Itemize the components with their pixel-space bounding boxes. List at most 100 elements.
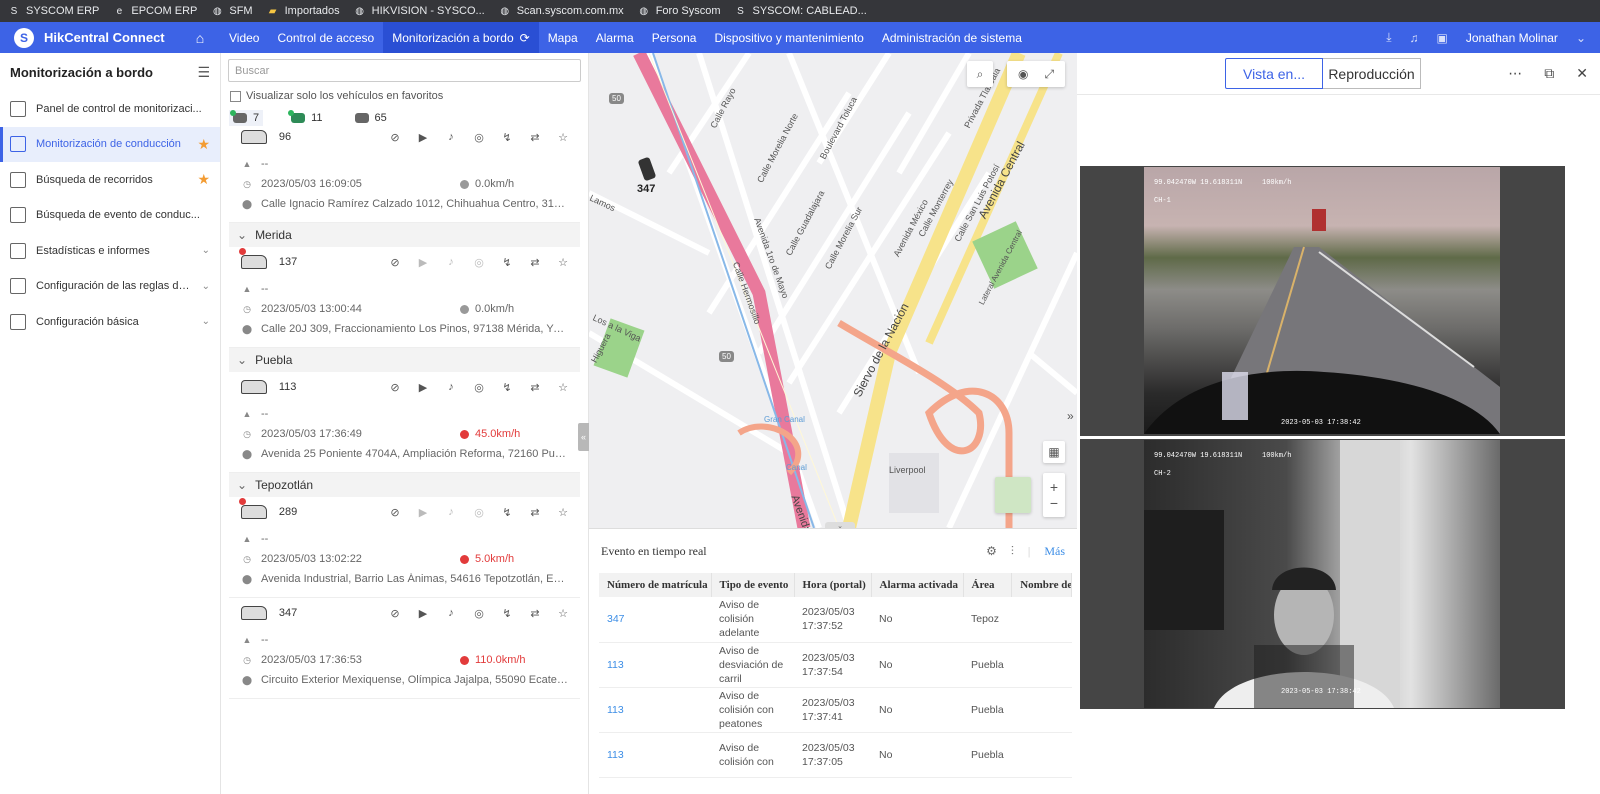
favorite-star-icon[interactable]: ☆: [556, 381, 570, 394]
vehicle-card[interactable]: 137 ⊘ ▶ ♪ ◎ ↯ ⇄ ☆ ▲ -- ◷ 2023/05/03 13:00:44 0.0km/h…: [229, 247, 580, 348]
microphone-icon[interactable]: ♪: [444, 607, 458, 620]
gps-off-icon[interactable]: ⊘: [388, 381, 402, 394]
task-icon[interactable]: ▣: [1437, 31, 1448, 45]
chevron-down-icon[interactable]: ⌄: [202, 245, 210, 256]
locate-icon[interactable]: ◎: [472, 506, 486, 519]
column-header[interactable]: Alarma activada: [871, 573, 964, 597]
bookmark-item[interactable]: S SYSCOM: CABLEAD...: [734, 5, 867, 17]
column-header[interactable]: Nombre del: [1011, 573, 1073, 597]
event-plate[interactable]: 113: [599, 732, 711, 778]
more-link[interactable]: Más: [1044, 544, 1065, 559]
microphone-icon[interactable]: ♪: [444, 131, 458, 144]
event-plate[interactable]: 113: [599, 687, 711, 733]
favorite-star-icon[interactable]: ★: [197, 171, 210, 188]
play-icon[interactable]: ▶: [416, 256, 430, 269]
favorites-filter[interactable]: Visualizar solo los vehículos en favorit…: [230, 90, 588, 102]
bookmark-item[interactable]: ◍ Foro Syscom: [638, 5, 720, 17]
nav-item[interactable]: Monitorización a bordo ⟳: [383, 22, 539, 53]
tab-playback[interactable]: Reproducción: [1323, 58, 1421, 89]
favorite-star-icon[interactable]: ☆: [556, 506, 570, 519]
play-icon[interactable]: ▶: [416, 607, 430, 620]
total-count-filter[interactable]: 65: [351, 110, 391, 126]
nav-item[interactable]: Administración de sistema: [873, 22, 1031, 53]
more-options-icon[interactable]: ⋯: [1508, 65, 1522, 82]
locate-icon[interactable]: ◎: [472, 131, 486, 144]
playback-icon[interactable]: ⇄: [528, 131, 542, 144]
sidebar-item[interactable]: Configuración básica ⌄: [0, 304, 220, 340]
track-icon[interactable]: ↯: [500, 131, 514, 144]
download-icon[interactable]: ⤓: [1386, 30, 1391, 45]
sidebar-item[interactable]: Monitorización de conducción ★: [0, 126, 220, 162]
filter-sliders-icon[interactable]: ⫶: [1011, 544, 1014, 559]
playback-icon[interactable]: ⇄: [528, 607, 542, 620]
nav-item[interactable]: Video: [220, 22, 268, 53]
close-icon[interactable]: ✕: [1576, 65, 1588, 82]
bookmark-item[interactable]: ◍ HIKVISION - SYSCO...: [354, 5, 484, 17]
vehicle-card[interactable]: 289 ⊘ ▶ ♪ ◎ ↯ ⇄ ☆ ▲ -- ◷ 2023/05/03 13:02:22 5.0km/h…: [229, 497, 580, 598]
layers-icon[interactable]: ▦: [1043, 441, 1065, 463]
chevron-down-icon[interactable]: ⌄: [237, 353, 247, 367]
track-icon[interactable]: ↯: [500, 381, 514, 394]
sidebar-item[interactable]: Búsqueda de evento de conduc...: [0, 198, 220, 234]
favorites-checkbox[interactable]: [230, 90, 241, 102]
chevron-down-icon[interactable]: ⌄: [237, 228, 247, 242]
nav-item[interactable]: Dispositivo y mantenimiento: [705, 22, 872, 53]
home-icon[interactable]: ⌂: [180, 30, 220, 46]
vehicle-group-header[interactable]: ⌄ Puebla: [229, 348, 580, 372]
table-row[interactable]: 113 Aviso de colisión con 2023/05/03 17:37…: [599, 732, 1072, 778]
microphone-icon[interactable]: ♪: [444, 506, 458, 519]
nav-item[interactable]: Control de acceso: [268, 22, 383, 53]
map-view[interactable]: 347 50 50 Calle Rayo Calle Morelia Norte…: [589, 53, 1077, 528]
favorite-star-icon[interactable]: ★: [197, 136, 210, 153]
vehicle-group-header[interactable]: ⌄ Merida: [229, 223, 580, 247]
vehicle-card[interactable]: 96 ⊘ ▶ ♪ ◎ ↯ ⇄ ☆ ▲ -- ◷ 2023/05/03 16:09:05 0.0km/h ⬤…: [229, 128, 580, 223]
playback-icon[interactable]: ⇄: [528, 506, 542, 519]
favorite-star-icon[interactable]: ☆: [556, 256, 570, 269]
chevron-down-icon[interactable]: ⌄: [202, 281, 210, 292]
event-plate[interactable]: 347: [599, 597, 711, 643]
bookmark-item[interactable]: e EPCOM ERP: [113, 5, 198, 17]
vehicle-group-header[interactable]: ⌄ Tepozotlán: [229, 473, 580, 497]
map-canvas[interactable]: [589, 53, 1077, 528]
favorite-star-icon[interactable]: ☆: [556, 131, 570, 144]
sidebar-item[interactable]: Estadísticas e informes ⌄: [0, 233, 220, 269]
bookmark-item[interactable]: ◍ SFM: [211, 5, 253, 17]
track-icon[interactable]: ↯: [500, 506, 514, 519]
chevron-down-icon[interactable]: ⌄: [237, 478, 247, 492]
app-logo[interactable]: S HikCentral Connect: [0, 27, 180, 48]
chevron-down-icon[interactable]: ⌄: [1576, 31, 1586, 45]
table-row[interactable]: 347 Aviso de colisión adelante 2023/05/03 …: [599, 597, 1072, 643]
refresh-icon[interactable]: ⟳: [520, 31, 530, 45]
microphone-icon[interactable]: ♪: [444, 381, 458, 394]
table-row[interactable]: 113 Aviso de colisión con peatones 2023/05…: [599, 687, 1072, 733]
play-icon[interactable]: ▶: [416, 131, 430, 144]
bookmark-item[interactable]: S SYSCOM ERP: [8, 5, 100, 17]
locate-icon[interactable]: ◎: [472, 607, 486, 620]
expand-right-icon[interactable]: »: [1067, 409, 1074, 423]
search-input[interactable]: Buscar: [228, 59, 581, 82]
bookmark-item[interactable]: ◍ Scan.syscom.com.mx: [499, 5, 623, 17]
play-icon[interactable]: ▶: [416, 381, 430, 394]
gps-off-icon[interactable]: ⊘: [388, 131, 402, 144]
nav-item[interactable]: Mapa: [539, 22, 587, 53]
online-count-filter[interactable]: 7: [229, 110, 264, 126]
vehicle-card[interactable]: 113 ⊘ ▶ ♪ ◎ ↯ ⇄ ☆ ▲ -- ◷ 2023/05/03 17:36:49 45.0km/…: [229, 372, 580, 473]
column-header[interactable]: Número de matrícula: [599, 573, 712, 597]
camera-tile[interactable]: 99.042470W 19.618311N 100km/h CH-1 2023-…: [1080, 166, 1565, 436]
vehicle-card[interactable]: 347 ⊘ ▶ ♪ ◎ ↯ ⇄ ☆ ▲ -- ◷ 2023/05/03 17:36:53 110.0km…: [229, 598, 580, 699]
locate-icon[interactable]: ◎: [472, 381, 486, 394]
playback-icon[interactable]: ⇄: [528, 381, 542, 394]
column-header[interactable]: Hora (portal): [794, 573, 872, 597]
track-icon[interactable]: ↯: [500, 256, 514, 269]
user-name[interactable]: Jonathan Molinar: [1466, 31, 1558, 45]
collapse-menu-icon[interactable]: ☰: [197, 64, 210, 81]
settings-gear-icon[interactable]: ⚙: [986, 544, 997, 559]
alarm-bell-icon[interactable]: ♫: [1410, 31, 1419, 45]
sidebar-item[interactable]: Búsqueda de recorridos ★: [0, 162, 220, 198]
gps-off-icon[interactable]: ⊘: [388, 256, 402, 269]
locate-icon[interactable]: ◎: [472, 256, 486, 269]
fullscreen-icon[interactable]: ⤢: [1044, 67, 1054, 82]
map-thumbnail[interactable]: [995, 477, 1031, 513]
zoom-in-button[interactable]: +: [1050, 479, 1058, 495]
map-search-area-icon[interactable]: ⌕: [967, 61, 993, 87]
